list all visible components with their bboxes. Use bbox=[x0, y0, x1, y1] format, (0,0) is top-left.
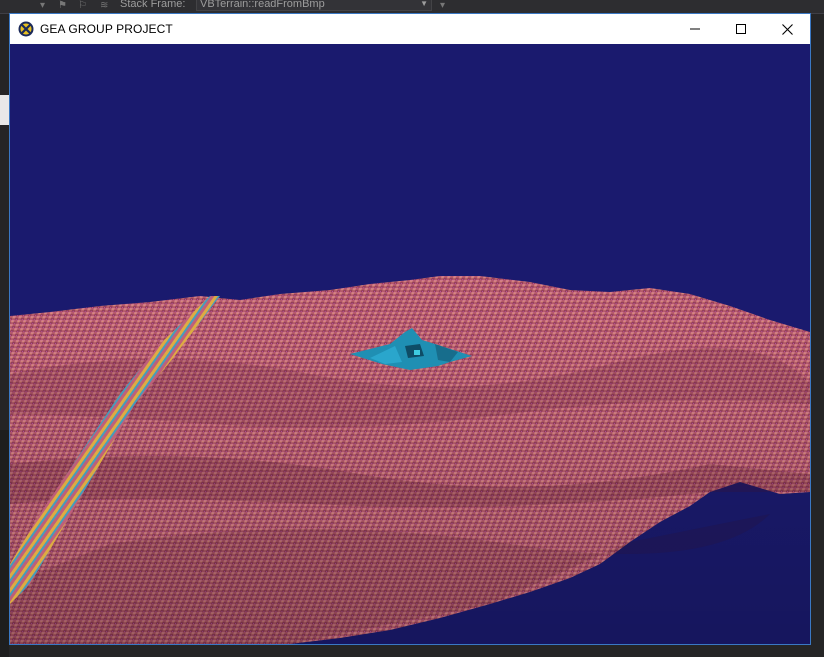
app-window: GEA GROUP PROJECT bbox=[9, 13, 811, 645]
app-logo-icon bbox=[18, 21, 34, 37]
maximize-icon bbox=[736, 24, 746, 34]
stack-frame-label: Stack Frame: bbox=[120, 0, 186, 10]
window-title: GEA GROUP PROJECT bbox=[40, 22, 173, 36]
close-button[interactable] bbox=[764, 14, 810, 44]
thread-flag-icon[interactable]: ⚑ bbox=[58, 0, 67, 12]
dropdown-arrow-icon[interactable]: ▾ bbox=[440, 0, 445, 12]
flag-icon[interactable]: ⚐ bbox=[78, 0, 87, 12]
ide-side-panel bbox=[0, 95, 9, 125]
close-icon bbox=[781, 23, 793, 35]
maximize-button[interactable] bbox=[718, 14, 764, 44]
stack-frame-select[interactable]: VBTerrain::readFromBmp ▼ bbox=[196, 0, 432, 11]
stack-frame-value: VBTerrain::readFromBmp bbox=[200, 0, 325, 10]
stack-frame-icon: ≋ bbox=[100, 0, 109, 11]
minimize-icon bbox=[690, 28, 700, 30]
terrain-scene bbox=[10, 276, 810, 644]
title-bar[interactable]: GEA GROUP PROJECT bbox=[10, 14, 810, 44]
ide-debug-toolbar: ▾ ⚑ ⚐ ≋ Stack Frame: VBTerrain::readFrom… bbox=[0, 0, 824, 14]
ide-output-panel bbox=[0, 430, 9, 657]
render-viewport[interactable] bbox=[10, 44, 810, 644]
minimize-button[interactable] bbox=[672, 14, 718, 44]
chevron-down-icon: ▼ bbox=[420, 0, 428, 8]
dropdown-arrow-icon[interactable]: ▾ bbox=[40, 0, 45, 12]
